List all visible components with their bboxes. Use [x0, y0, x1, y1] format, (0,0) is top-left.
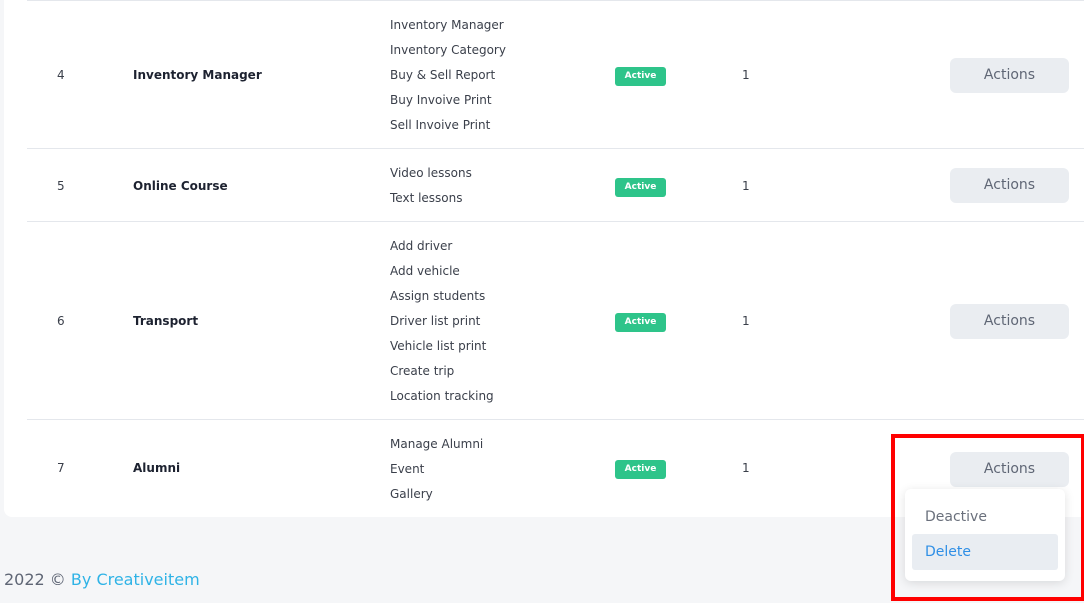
actions-button[interactable]: Actions [950, 304, 1069, 339]
row-id: 7 [57, 461, 65, 475]
feature-item: Assign students [390, 289, 486, 303]
footer: 2022 © By Creativeitem [4, 570, 200, 589]
feature-item: Buy Invoive Print [390, 93, 492, 107]
feature-item: Add driver [390, 239, 453, 253]
feature-item: Add vehicle [390, 264, 460, 278]
feature-item: Sell Invoive Print [390, 118, 491, 132]
actions-button[interactable]: Actions [950, 58, 1069, 93]
feature-list: Manage Alumni Event Gallery [390, 432, 483, 507]
row-id: 5 [57, 179, 65, 193]
table-row: 5 Online Course Video lessons Text lesso… [27, 148, 1084, 222]
feature-list: Add driver Add vehicle Assign students D… [390, 234, 494, 409]
feature-item: Driver list print [390, 314, 481, 328]
highlight-box [891, 434, 1084, 601]
feature-item: Create trip [390, 364, 455, 378]
feature-item: Vehicle list print [390, 339, 487, 353]
addon-name: Alumni [133, 461, 181, 475]
status-badge: Active [615, 178, 666, 197]
footer-creator-link[interactable]: By Creativeitem [71, 570, 200, 589]
row-count: 1 [742, 179, 750, 193]
row-count: 1 [742, 314, 750, 328]
actions-button[interactable]: Actions [950, 168, 1069, 203]
feature-list: Video lessons Text lessons [390, 161, 472, 211]
row-count: 1 [742, 68, 750, 82]
feature-item: Gallery [390, 487, 433, 501]
table-row: 4 Inventory Manager Inventory Manager In… [27, 0, 1084, 149]
feature-item: Location tracking [390, 389, 494, 403]
table-row: 6 Transport Add driver Add vehicle Assig… [27, 221, 1084, 420]
feature-list: Inventory Manager Inventory Category Buy… [390, 13, 506, 138]
feature-item: Manage Alumni [390, 437, 484, 451]
feature-item: Event [390, 462, 425, 476]
feature-item: Inventory Category [390, 43, 506, 57]
feature-item: Buy & Sell Report [390, 68, 496, 82]
status-badge: Active [615, 67, 666, 86]
addon-name: Online Course [133, 179, 228, 193]
addon-name: Inventory Manager [133, 68, 262, 82]
footer-copyright: 2022 © [4, 570, 66, 589]
row-id: 6 [57, 314, 65, 328]
feature-item: Video lessons [390, 166, 472, 180]
row-id: 4 [57, 68, 65, 82]
feature-item: Inventory Manager [390, 18, 504, 32]
status-badge: Active [615, 313, 666, 332]
status-badge: Active [615, 460, 666, 479]
row-count: 1 [742, 461, 750, 475]
feature-item: Text lessons [390, 191, 463, 205]
addon-name: Transport [133, 314, 199, 328]
